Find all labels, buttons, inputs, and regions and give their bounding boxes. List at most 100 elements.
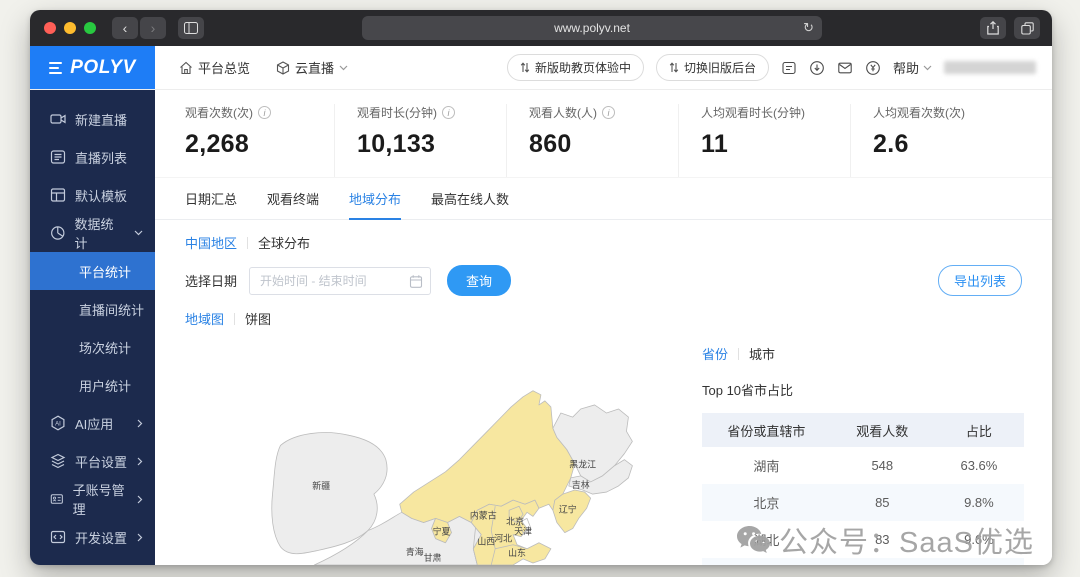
toggle-city[interactable]: 城市: [749, 344, 775, 363]
toggle-province[interactable]: 省份: [702, 344, 728, 363]
sidebar-icon: [184, 22, 198, 34]
browser-sidebar-button[interactable]: [178, 17, 204, 39]
svg-text:AI: AI: [55, 421, 61, 427]
logo-text: POLYV: [70, 56, 136, 78]
polyv-logo[interactable]: POLYV: [30, 46, 155, 89]
forward-icon: ›: [150, 20, 156, 36]
info-icon[interactable]: i: [258, 106, 271, 119]
nav-product-label: 云直播: [295, 61, 335, 76]
sidebar-item-live-list[interactable]: 直播列表: [30, 138, 155, 176]
table-row[interactable]: 湖南 548 63.6%: [702, 447, 1024, 484]
nav-platform-overview[interactable]: 平台总览: [179, 58, 250, 77]
announcement-button[interactable]: [781, 60, 797, 76]
info-icon[interactable]: i: [442, 106, 455, 119]
stat-value: 2,268: [185, 130, 250, 158]
stats-row: 观看次数(次) i 2,268 观看时长(分钟) i 10,133 观看人数(人) i…: [155, 90, 1052, 178]
tab-date-summary[interactable]: 日期汇总: [185, 178, 237, 220]
template-icon: [50, 188, 66, 202]
stat-label: 人均观看次数(次): [873, 106, 965, 120]
map-label-ningxia: 宁夏: [433, 526, 451, 537]
sidebar-subitem-platform-statistics[interactable]: 平台统计: [30, 252, 155, 290]
cell-viewers: 85: [830, 484, 934, 521]
export-list-button[interactable]: 导出列表: [937, 265, 1022, 296]
toggle-global-distribution[interactable]: 全球分布: [258, 233, 310, 252]
sidebar-subitem-session-statistics[interactable]: 场次统计: [30, 328, 155, 366]
info-icon[interactable]: i: [602, 106, 615, 119]
stat-avg-view-count: 人均观看次数(次) 2.6: [850, 104, 1022, 177]
toggle-pie-chart[interactable]: 饼图: [245, 309, 271, 328]
tab-max-online[interactable]: 最高在线人数: [431, 178, 509, 220]
province-neimenggu[interactable]: [399, 390, 576, 523]
map-label-shanxi: 山西: [477, 537, 495, 547]
map-label-hebei: 河北: [494, 533, 512, 544]
toggle-china-region[interactable]: 中国地区: [185, 233, 237, 252]
browser-back-button[interactable]: ‹: [112, 17, 138, 39]
chevron-right-icon: [137, 495, 143, 503]
home-icon: [180, 61, 192, 74]
query-button[interactable]: 查询: [447, 265, 512, 296]
url-text: www.polyv.net: [554, 21, 630, 35]
browser-share-button[interactable]: [980, 17, 1006, 39]
minimize-window-button[interactable]: [64, 22, 76, 34]
new-assistant-page-button[interactable]: 新版助教页体验中: [506, 54, 644, 81]
stat-value: 2.6: [873, 130, 909, 158]
nav-cloud-live[interactable]: 云直播: [276, 58, 348, 77]
share-icon: [987, 21, 999, 35]
watermark: 公众号：SaaS优选: [736, 519, 1034, 561]
sidebar-item-platform-settings[interactable]: 平台设置: [30, 442, 155, 480]
download-button[interactable]: [809, 60, 825, 76]
sidebar-label: AI应用: [75, 416, 114, 432]
back-icon: ‹: [122, 20, 128, 36]
address-bar[interactable]: www.polyv.net ↻: [362, 16, 822, 40]
sort-arrows-icon: [669, 62, 679, 73]
sidebar-sublabel: 平台统计: [79, 264, 132, 280]
menu-icon: [49, 61, 63, 74]
stat-label: 观看时长(分钟): [357, 106, 437, 120]
switch-old-label: 切换旧版后台: [683, 61, 756, 75]
divider: [738, 347, 740, 360]
table-row[interactable]: 北京 85 9.8%: [702, 484, 1024, 521]
toggle-region-map[interactable]: 地域图: [185, 309, 224, 328]
sidebar-subitem-user-statistics[interactable]: 用户统计: [30, 366, 155, 404]
sidebar-subitem-room-statistics[interactable]: 直播间统计: [30, 290, 155, 328]
sidebar-item-dev-settings[interactable]: 开发设置: [30, 518, 155, 556]
table-header-row: 省份或直辖市 观看人数 占比: [702, 413, 1024, 447]
sidebar-sublabel: 场次统计: [79, 340, 132, 356]
watermark-text: 公众号：SaaS优选: [779, 527, 1034, 559]
switch-old-console-button[interactable]: 切换旧版后台: [655, 54, 769, 81]
tab-region-distribution[interactable]: 地域分布: [349, 178, 402, 220]
browser-window: ‹ › www.polyv.net ↻ POLYV 平台总览 云直播 新版助教页…: [30, 10, 1052, 565]
sidebar-item-new-live[interactable]: 新建直播: [30, 100, 155, 138]
help-label: 帮助: [892, 61, 919, 76]
sidebar-item-subaccount-management[interactable]: 子账号管理: [30, 480, 155, 518]
date-range-input[interactable]: [250, 273, 401, 288]
china-map[interactable]: 新疆 内蒙古 黑龙江 吉林 辽宁 北京 天津 山西 河北 山东 宁夏 青海 甘肃: [185, 332, 702, 565]
tab-view-terminal[interactable]: 观看终端: [267, 178, 319, 220]
zoom-window-button[interactable]: [84, 22, 96, 34]
help-menu[interactable]: 帮助: [893, 58, 932, 77]
refresh-icon[interactable]: ↻: [803, 20, 814, 36]
chevron-down-icon: [923, 65, 932, 70]
top10-title: Top 10省市占比: [702, 383, 794, 398]
chevron-right-icon: [137, 533, 143, 541]
sidebar-label: 直播列表: [75, 150, 128, 166]
date-filter-label: 选择日期: [185, 274, 238, 289]
sidebar-item-default-template[interactable]: 默认模板: [30, 176, 155, 214]
date-range-picker[interactable]: [249, 266, 432, 295]
account-name-blurred[interactable]: [944, 61, 1036, 74]
sidebar-label: 默认模板: [75, 188, 128, 204]
cell-percent: 63.6%: [960, 458, 998, 473]
calendar-icon: [409, 274, 423, 288]
sidebar-label: 开发设置: [75, 530, 128, 546]
close-window-button[interactable]: [44, 22, 56, 34]
sidebar-sublabel: 直播间统计: [79, 302, 145, 318]
sidebar-item-data-statistics[interactable]: 数据统计: [30, 214, 155, 252]
messages-button[interactable]: [837, 60, 853, 76]
balance-button[interactable]: [865, 60, 881, 76]
sidebar-item-ai-apps[interactable]: AI AI应用: [30, 404, 155, 442]
currency-yuan-icon: [866, 60, 880, 75]
browser-forward-button[interactable]: ›: [140, 17, 166, 39]
announcement-icon: [782, 61, 796, 74]
browser-tabs-button[interactable]: [1014, 17, 1040, 39]
sidebar-label: 新建直播: [75, 112, 128, 128]
